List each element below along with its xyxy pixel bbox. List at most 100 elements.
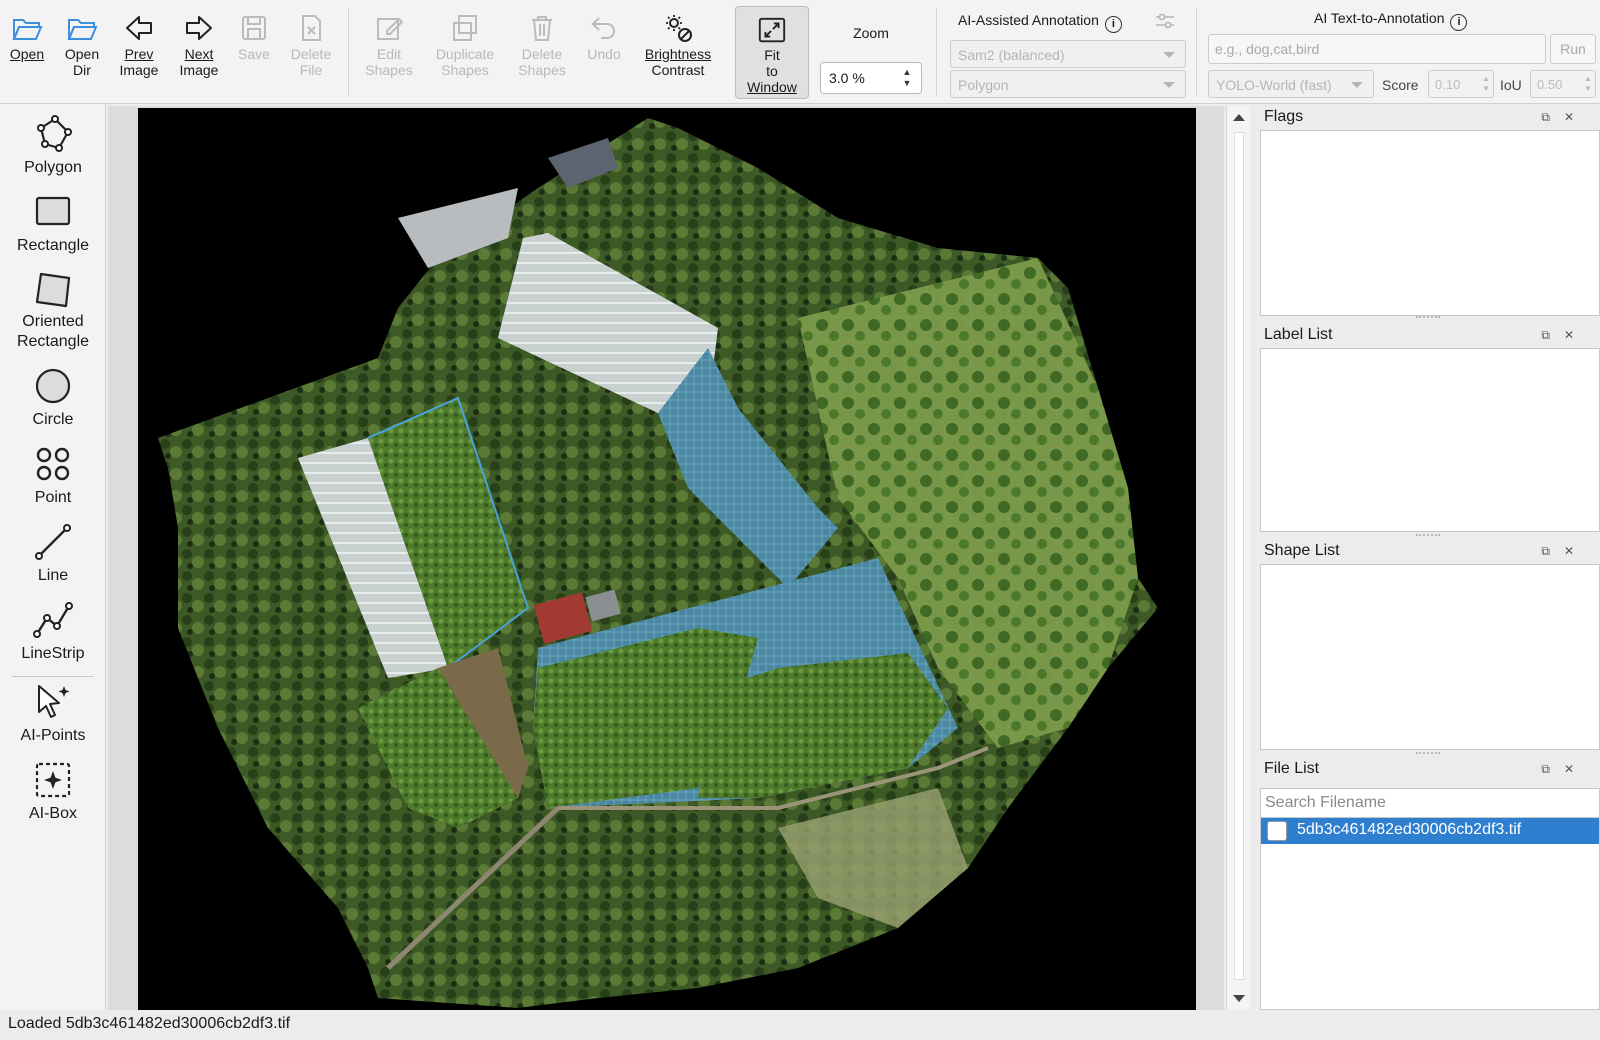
ai-shape-type-select[interactable]: Polygon (950, 70, 1186, 98)
toolbar: Open Open Dir Prev Image Next Image Save… (0, 0, 1600, 104)
info-icon[interactable]: i (1450, 14, 1468, 31)
oriented-rectangle-label: Oriented Rectangle (16, 313, 90, 350)
search-filename-input[interactable]: Search Filename (1260, 788, 1600, 818)
circle-icon (35, 368, 71, 404)
shape-list-dock: Shape List ⧉✕ (1256, 542, 1600, 754)
prev-image-button[interactable]: Prev Image (114, 12, 164, 78)
zoom-value: 3.0 % (829, 70, 865, 86)
save-button[interactable]: Save (236, 12, 272, 62)
toolbar-separator (1196, 8, 1197, 96)
float-icon[interactable]: ⧉ (1541, 110, 1564, 124)
open-dir-label: Open Dir (64, 46, 100, 78)
duplicate-icon (453, 15, 477, 41)
iou-spinbox[interactable]: 0.50 ▲ ▼ (1530, 70, 1596, 98)
text-prompt-placeholder: e.g., dog,cat,bird (1215, 41, 1320, 57)
ai-points-label: AI-Points (20, 727, 86, 744)
dock-controls: ⧉✕ (1541, 110, 1588, 125)
info-icon[interactable]: i (1104, 16, 1122, 33)
next-image-label-2: Image (179, 62, 219, 78)
brightness-label-1: Brightness (644, 46, 712, 62)
ai-model-value: Sam2 (balanced) (958, 47, 1065, 63)
chevron-down-icon (1163, 52, 1175, 58)
zoom-input[interactable]: 3.0 % ▲ ▼ (820, 62, 922, 94)
close-icon[interactable]: ✕ (1564, 762, 1588, 776)
label-list[interactable] (1260, 348, 1600, 532)
undo-label: Undo (587, 46, 621, 62)
polygon-tool[interactable]: Polygon (0, 114, 106, 178)
fit-label-1: Fit (764, 47, 780, 63)
shape-list-title: Shape List (1264, 542, 1340, 559)
resize-grip[interactable] (1416, 534, 1440, 536)
scroll-up-icon[interactable] (1232, 112, 1246, 122)
line-tool[interactable]: Line (0, 522, 106, 586)
linestrip-icon (33, 602, 73, 638)
close-icon[interactable]: ✕ (1564, 328, 1588, 342)
aerial-orthomosaic-image (158, 118, 1158, 1008)
search-filename-placeholder: Search Filename (1265, 794, 1386, 811)
fit-label-2: to (766, 63, 778, 79)
save-icon (242, 16, 266, 40)
scrollbar-track[interactable] (1234, 132, 1244, 980)
edit-shapes-label: Edit Shapes (365, 46, 413, 78)
delete-shapes-label: Delete Shapes (518, 46, 566, 78)
ai-points-tool[interactable]: AI-Points (0, 682, 106, 746)
next-image-button[interactable]: Next Image (174, 12, 224, 78)
point-icon (36, 447, 70, 481)
open-button[interactable]: Open (8, 12, 46, 62)
point-tool[interactable]: Point (0, 444, 106, 508)
linestrip-tool[interactable]: LineStrip (0, 600, 106, 664)
undo-button[interactable]: Undo (584, 12, 624, 62)
float-icon[interactable]: ⧉ (1541, 762, 1564, 776)
file-list-dock: File List ⧉✕ Search Filename 5db3c461482… (1256, 760, 1600, 1010)
file-list-title: File List (1264, 760, 1320, 777)
flags-dock: Flags ⧉✕ (1256, 108, 1600, 318)
brightness-contrast-button[interactable]: Brightness Contrast (638, 12, 718, 78)
resize-grip[interactable] (1416, 752, 1440, 754)
polygon-label: Polygon (24, 159, 82, 176)
open-dir-button[interactable]: Open Dir (60, 12, 104, 78)
zoom-stepper[interactable]: ▲ ▼ (897, 67, 917, 91)
rectangle-label: Rectangle (16, 237, 90, 254)
scroll-down-icon[interactable] (1232, 994, 1246, 1004)
circle-tool[interactable]: Circle (0, 366, 106, 430)
ai-box-tool[interactable]: AI-Box (0, 760, 106, 824)
fit-to-window-button[interactable]: Fit to Window (735, 6, 809, 99)
trash-icon (532, 16, 552, 41)
image-canvas[interactable] (138, 108, 1196, 1010)
float-icon[interactable]: ⧉ (1541, 544, 1564, 558)
spin-arrows-icon: ▲ ▼ (1482, 74, 1490, 93)
text-model-select[interactable]: YOLO-World (fast) (1208, 70, 1374, 98)
file-list-item[interactable]: 5db3c461482ed30006cb2df3.tif (1261, 818, 1599, 844)
rectangle-tool[interactable]: Rectangle (0, 192, 106, 256)
file-list[interactable] (1260, 818, 1600, 1010)
vertical-scrollbar[interactable] (1226, 106, 1250, 1010)
text-model-value: YOLO-World (fast) (1216, 77, 1332, 93)
close-icon[interactable]: ✕ (1564, 110, 1588, 124)
delete-file-label: Delete File (290, 46, 332, 78)
oriented-rectangle-tool[interactable]: Oriented Rectangle (0, 268, 106, 352)
flags-title: Flags (1264, 108, 1304, 125)
dock-controls: ⧉✕ (1541, 328, 1588, 343)
float-icon[interactable]: ⧉ (1541, 328, 1564, 342)
run-button[interactable]: Run (1550, 34, 1596, 64)
duplicate-shapes-label: Duplicate Shapes (435, 46, 495, 78)
close-icon[interactable]: ✕ (1564, 544, 1588, 558)
ai-cursor-sparkle-icon (38, 685, 70, 718)
text-prompt-input[interactable]: e.g., dog,cat,bird (1208, 34, 1546, 64)
delete-file-button[interactable]: Delete File (286, 12, 336, 78)
sliders-icon[interactable] (1154, 10, 1176, 32)
status-bar: Loaded 5db3c461482ed30006cb2df3.tif (0, 1010, 1600, 1040)
duplicate-shapes-button[interactable]: Duplicate Shapes (430, 12, 500, 78)
ai-box-sparkle-icon (35, 762, 71, 798)
open-label: Open (9, 46, 45, 62)
dock-controls: ⧉✕ (1541, 762, 1588, 777)
edit-shapes-button[interactable]: Edit Shapes (364, 12, 414, 78)
ai-model-select[interactable]: Sam2 (balanced) (950, 40, 1186, 68)
shape-list[interactable] (1260, 564, 1600, 750)
flags-list[interactable] (1260, 130, 1600, 316)
resize-grip[interactable] (1416, 316, 1440, 318)
label-list-dock: Label List ⧉✕ (1256, 326, 1600, 536)
file-checkbox[interactable] (1267, 821, 1287, 841)
delete-shapes-button[interactable]: Delete Shapes (514, 12, 570, 78)
score-spinbox[interactable]: 0.10 ▲ ▼ (1428, 70, 1494, 98)
